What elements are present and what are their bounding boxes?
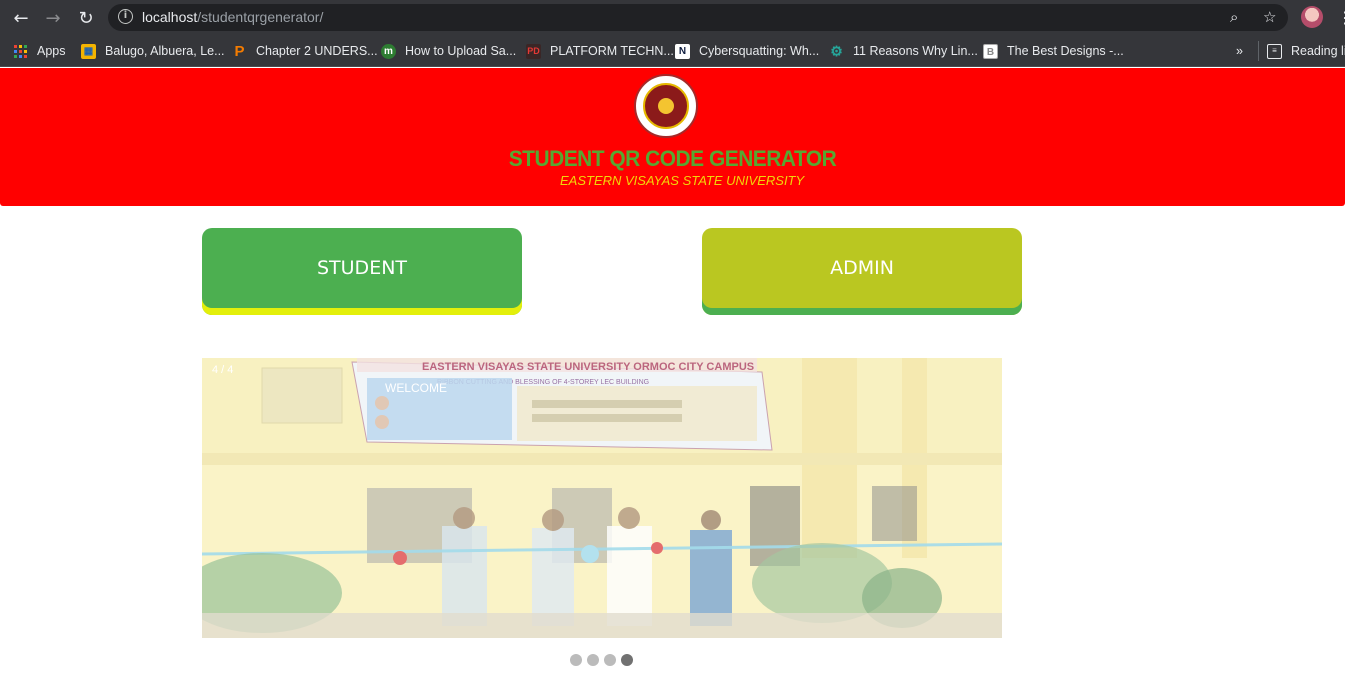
browser-toolbar: ← → ↻ i localhost/studentqrgenerator/ ⌕ … [0, 0, 1345, 35]
bookmark-label: Cybersquatting: Wh... [699, 44, 820, 58]
url-host: localhost [142, 9, 198, 25]
site-header: STUDENT QR CODE GENERATOR EASTERN VISAYA… [0, 68, 1345, 206]
seal-ring [643, 83, 689, 129]
url-text[interactable]: localhost/studentqrgenerator/ [142, 9, 323, 25]
apps-grid-icon [14, 44, 27, 58]
bookmark-label: PLATFORM TECHN... [550, 44, 674, 58]
slide-counter: 4 / 4 [212, 364, 234, 376]
page-title: STUDENT QR CODE GENERATOR [508, 146, 837, 171]
bookmark-item[interactable]: m How to Upload Sa... [381, 41, 516, 61]
address-bar[interactable]: i localhost/studentqrgenerator/ ⌕ ☆ [108, 4, 1288, 31]
bookmark-apps[interactable]: Apps [14, 41, 66, 61]
bookmark-label: 11 Reasons Why Lin... [853, 44, 978, 58]
info-icon[interactable]: i [118, 9, 133, 24]
slide-dot-1[interactable] [570, 654, 582, 666]
reading-list-button[interactable]: ≡ Reading lis [1258, 41, 1345, 61]
bookmark-label: The Best Designs -... [1007, 44, 1124, 58]
reading-list-icon: ≡ [1267, 43, 1282, 59]
ribbon-cutting-photo: EASTERN VISAYAS STATE UNIVERSITY ORMOC C… [202, 358, 1002, 638]
bookmark-label: Balugo, Albuera, Le... [105, 44, 225, 58]
menu-icon[interactable]: ⋮ [1337, 8, 1345, 27]
slide-dot-4[interactable] [621, 654, 633, 666]
bookmark-item[interactable]: P Chapter 2 UNDERS... [232, 41, 378, 61]
bookmark-item[interactable]: B The Best Designs -... [983, 41, 1124, 61]
bookmarks-overflow-button[interactable]: » [1236, 41, 1243, 61]
seal-core [658, 98, 674, 114]
gear-icon: ⚙ [830, 42, 843, 59]
student-button-label: STUDENT [316, 256, 408, 279]
slide-dot-2[interactable] [587, 654, 599, 666]
bookmark-label: How to Upload Sa... [405, 44, 517, 58]
m-icon: m [381, 43, 396, 59]
admin-button[interactable]: ADMIN [702, 228, 1022, 315]
bookmarks-bar: Apps ▦ Balugo, Albuera, Le... P Chapter … [0, 35, 1345, 67]
bookmark-item[interactable]: ▦ Balugo, Albuera, Le... [81, 41, 225, 61]
profile-avatar[interactable] [1301, 6, 1323, 28]
p-icon: P [234, 42, 245, 60]
overflow-label: » [1236, 44, 1243, 58]
bookmark-star-icon[interactable]: ☆ [1263, 8, 1276, 26]
b-icon: B [983, 43, 998, 59]
n-icon: N [675, 43, 690, 59]
back-arrow-icon[interactable]: ← [9, 6, 33, 30]
bookmark-item[interactable]: N Cybersquatting: Wh... [675, 41, 819, 61]
student-button[interactable]: STUDENT [202, 228, 522, 315]
page-subtitle: EASTERN VISAYAS STATE UNIVERSITY [560, 173, 805, 188]
zoom-icon[interactable]: ⌕ [1230, 8, 1238, 26]
slide-dot-3[interactable] [604, 654, 616, 666]
admin-button-label: ADMIN [830, 256, 894, 279]
bookmark-label: Apps [37, 44, 66, 58]
bookmark-item[interactable]: ⚙ 11 Reasons Why Lin... [829, 41, 978, 61]
url-path: /studentqrgenerator/ [197, 9, 324, 25]
bookmark-item[interactable]: PD PLATFORM TECHN... [526, 41, 674, 61]
reading-list-label: Reading lis [1291, 44, 1345, 58]
map-icon: ▦ [81, 43, 96, 59]
reload-icon[interactable]: ↻ [74, 6, 98, 30]
university-seal-icon [634, 74, 698, 138]
forward-arrow-icon[interactable]: → [41, 6, 65, 30]
pd-icon: PD [526, 43, 541, 59]
bookmark-label: Chapter 2 UNDERS... [256, 44, 378, 58]
slideshow-image: EASTERN VISAYAS STATE UNIVERSITY ORMOC C… [202, 358, 1002, 638]
slideshow-dots [570, 654, 633, 666]
